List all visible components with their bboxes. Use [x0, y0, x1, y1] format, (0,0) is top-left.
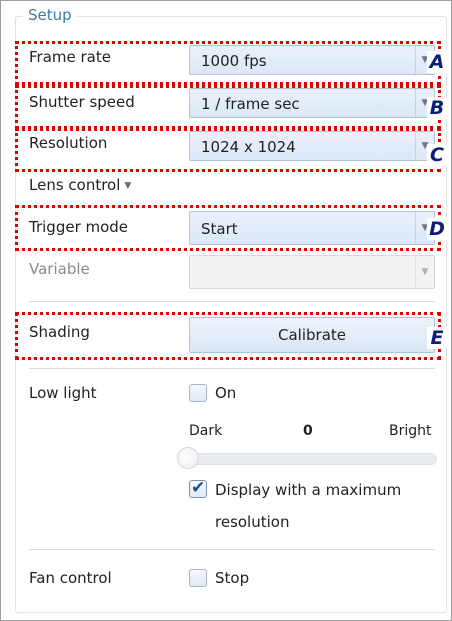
low-light-checkbox[interactable]: [189, 384, 207, 402]
setup-panel: Setup Frame rate 1000 fps ▼ Shutter spee…: [0, 0, 452, 621]
fan-control-stop-label: Stop: [215, 569, 250, 587]
marker-e: E: [427, 327, 447, 349]
slider-value: 0: [303, 423, 313, 439]
display-max-resolution-checkbox[interactable]: ✔: [189, 478, 207, 498]
fan-control-label: Fan control: [29, 569, 112, 587]
chevron-down-icon: ▼: [124, 181, 132, 191]
separator: [29, 549, 435, 550]
marker-d: D: [427, 218, 447, 240]
marker-b: B: [427, 97, 447, 119]
highlight-frame-rate: [15, 41, 441, 85]
highlight-shutter-speed: [15, 85, 441, 129]
separator: [29, 301, 435, 302]
slider-bright-label: Bright: [389, 423, 432, 439]
variable-dropdown[interactable]: ▼: [189, 255, 435, 289]
lens-control-label: Lens control: [29, 176, 121, 194]
checkmark-icon: ✔: [191, 478, 206, 498]
fan-control-checkbox[interactable]: [189, 569, 207, 587]
slider-dark-label: Dark: [189, 423, 223, 439]
variable-label: Variable: [29, 260, 90, 278]
marker-a: A: [427, 51, 447, 73]
marker-c: C: [427, 144, 447, 166]
display-max-resolution-label-line1: Display with a maximum: [215, 481, 402, 499]
highlight-trigger-mode: [15, 205, 441, 251]
display-max-resolution-label-line2: resolution: [215, 513, 290, 531]
low-light-label: Low light: [29, 384, 97, 402]
lens-control-toggle[interactable]: Lens control ▼: [29, 175, 131, 198]
low-light-on-label: On: [215, 384, 237, 402]
highlight-shading: [15, 312, 441, 360]
chevron-down-icon[interactable]: ▼: [415, 256, 434, 288]
highlight-resolution: [15, 128, 441, 172]
group-title: Setup: [23, 5, 77, 25]
low-light-slider-thumb[interactable]: [177, 447, 199, 469]
low-light-slider-track[interactable]: [183, 453, 437, 465]
separator: [29, 368, 435, 369]
